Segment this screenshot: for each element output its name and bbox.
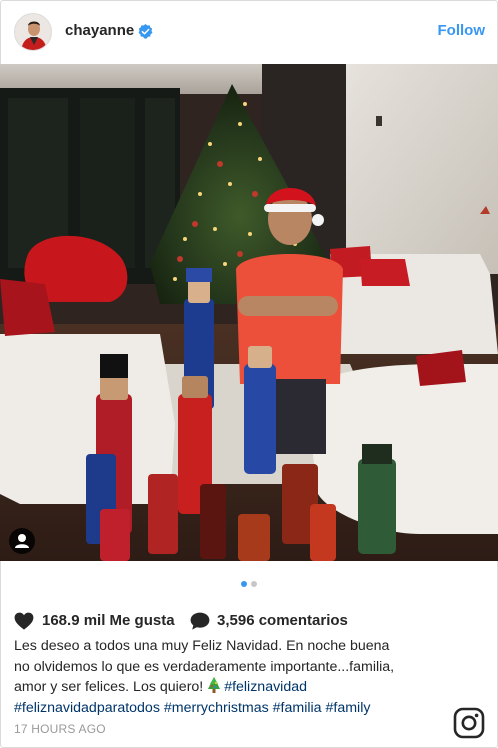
caption-line: #feliznavidadparatodos #merrychristmas #… [14, 698, 490, 719]
hashtag-link[interactable]: #familia [273, 700, 322, 716]
carousel-dot-active[interactable] [241, 581, 247, 587]
hashtag-link[interactable]: #merrychristmas [164, 700, 269, 716]
avatar[interactable] [14, 13, 52, 51]
post-photo-image [0, 64, 498, 561]
christmas-tree-emoji [207, 677, 221, 693]
post-stats: 168.9 mil Me gusta 3,596 comentarios [14, 610, 484, 632]
caption-text: amor y ser felices. Los quiero! [14, 679, 208, 695]
username[interactable]: chayanne [65, 22, 134, 39]
heart-icon[interactable] [14, 612, 34, 630]
post-timestamp[interactable]: 17 HOURS AGO [14, 722, 106, 736]
instagram-logo-icon[interactable] [453, 707, 485, 739]
hashtag-link[interactable]: #feliznavidad [224, 679, 307, 695]
caption-line: no olvidemos lo que es verdaderamente im… [14, 658, 395, 675]
follow-button[interactable]: Follow [438, 22, 486, 39]
like-count[interactable]: 168.9 mil Me gusta [42, 612, 175, 629]
hashtag-link[interactable]: #feliznavidadparatodos [14, 700, 160, 716]
carousel-indicator [0, 574, 498, 587]
comment-count[interactable]: 3,596 comentarios [217, 612, 348, 629]
hashtag-link[interactable]: #family [326, 700, 371, 716]
post-photo[interactable] [0, 64, 498, 561]
verified-badge-icon [138, 24, 153, 39]
person-tag-icon[interactable] [9, 528, 35, 554]
caption-line: Les deseo a todos una muy Feliz Navidad.… [14, 638, 390, 654]
carousel-dot[interactable] [251, 581, 257, 587]
post-header: chayanne Follow [0, 0, 498, 64]
post-caption: Les deseo a todos una muy Feliz Navidad.… [14, 636, 490, 718]
comment-bubble-icon[interactable] [190, 612, 210, 630]
caption-line: amor y ser felices. Los quiero! #felizna… [14, 677, 490, 698]
